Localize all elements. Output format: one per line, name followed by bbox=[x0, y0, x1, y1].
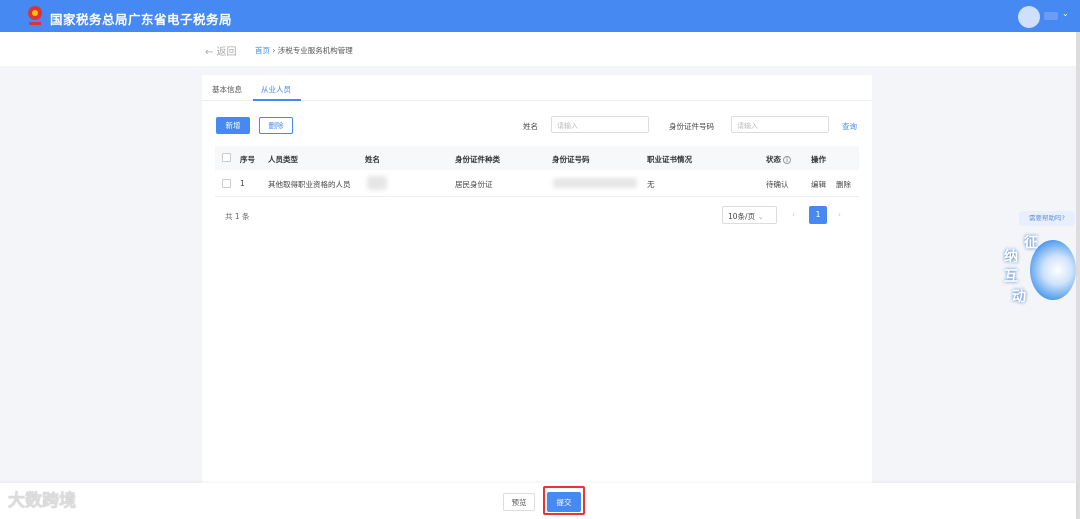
tab-bar: 基本信息 从业人员 bbox=[202, 75, 872, 101]
row-id-type: 居民身份证 bbox=[455, 180, 493, 189]
breadcrumb-home[interactable]: 首页 bbox=[255, 46, 270, 55]
col-name: 姓名 bbox=[365, 155, 380, 164]
breadcrumb-separator: › bbox=[272, 46, 276, 55]
help-bubble[interactable]: 需要帮助吗? bbox=[1019, 211, 1075, 226]
back-button[interactable]: ← 返回 bbox=[205, 43, 237, 58]
watermark-logo: 大数跨境 bbox=[8, 486, 76, 511]
add-button[interactable]: 新增 bbox=[216, 117, 250, 134]
tax-emblem-icon bbox=[28, 6, 42, 25]
assistant-char: 征 bbox=[1024, 235, 1038, 251]
id-number-label: 身份证件号码 bbox=[669, 122, 714, 131]
row-status: 待确认 bbox=[766, 180, 789, 189]
preview-button[interactable]: 预览 bbox=[503, 493, 535, 511]
row-cert: 无 bbox=[647, 180, 655, 189]
redacted-id-number bbox=[553, 178, 637, 188]
delete-button[interactable]: 删除 bbox=[259, 117, 293, 134]
tab-basic-info[interactable]: 基本信息 bbox=[212, 84, 242, 95]
prev-page-icon[interactable]: ‹ bbox=[792, 210, 795, 219]
active-tab-indicator bbox=[253, 99, 301, 101]
col-type: 人员类型 bbox=[268, 155, 298, 164]
total-count: 共 1 条 bbox=[225, 212, 250, 221]
row-checkbox[interactable] bbox=[222, 179, 231, 188]
col-actions: 操作 bbox=[811, 155, 826, 164]
tab-staff[interactable]: 从业人员 bbox=[261, 84, 291, 95]
scrollbar[interactable] bbox=[1076, 32, 1080, 519]
id-number-input[interactable]: 请输入 bbox=[731, 116, 829, 133]
chevron-down-icon[interactable]: ⌄ bbox=[1062, 9, 1069, 18]
breadcrumb: 首页 › 涉税专业服务机构管理 bbox=[255, 45, 353, 56]
content-card: 基本信息 从业人员 新增 删除 姓名 请输入 身份证件号码 请输入 查询 序号 … bbox=[202, 75, 872, 485]
name-input[interactable]: 请输入 bbox=[551, 116, 649, 133]
edit-link[interactable]: 编辑 bbox=[811, 179, 826, 190]
assistant-char: 互 bbox=[1004, 269, 1018, 285]
highlight-box bbox=[543, 486, 585, 515]
user-name[interactable] bbox=[1044, 12, 1058, 20]
site-title: 国家税务总局广东省电子税务局 bbox=[50, 12, 233, 27]
col-status-label: 状态 bbox=[766, 155, 781, 164]
row-type: 其他取得职业资格的人员 bbox=[268, 180, 351, 189]
table-row: 1 其他取得职业资格的人员 居民身份证 无 待确认 编辑 删除 bbox=[215, 170, 859, 197]
user-avatar-icon[interactable] bbox=[1018, 6, 1040, 28]
page-size-value: 10条/页 bbox=[728, 212, 756, 221]
redacted-name bbox=[367, 176, 387, 190]
col-status: 状态 i bbox=[766, 154, 791, 165]
chevron-down-icon: ⌄ bbox=[757, 212, 764, 221]
select-all-checkbox[interactable] bbox=[222, 153, 231, 162]
assistant-char: 动 bbox=[1012, 289, 1026, 305]
top-header: 国家税务总局广东省电子税务局 ⌄ bbox=[0, 0, 1080, 32]
breadcrumb-current: 涉税专业服务机构管理 bbox=[277, 46, 353, 55]
col-index: 序号 bbox=[240, 155, 255, 164]
table-header: 序号 人员类型 姓名 身份证件种类 身份证号码 职业证书情况 状态 i 操作 bbox=[215, 146, 859, 170]
name-label: 姓名 bbox=[523, 122, 538, 131]
breadcrumb-bar bbox=[0, 32, 1076, 66]
assistant-label[interactable]: 征 纳 互 动 bbox=[1004, 232, 1038, 306]
search-button[interactable]: 查询 bbox=[842, 121, 857, 132]
footer-bar bbox=[0, 483, 1076, 519]
next-page-icon[interactable]: › bbox=[838, 210, 841, 219]
page-1-button[interactable]: 1 bbox=[809, 206, 827, 224]
delete-link[interactable]: 删除 bbox=[836, 179, 851, 190]
col-cert: 职业证书情况 bbox=[647, 155, 692, 164]
col-id-type: 身份证件种类 bbox=[455, 155, 500, 164]
page-size-select[interactable]: 10条/页 ⌄ bbox=[722, 206, 777, 224]
watermark-text: 大数跨境 bbox=[8, 491, 76, 511]
col-id-number: 身份证号码 bbox=[552, 155, 590, 164]
info-icon[interactable]: i bbox=[783, 156, 791, 164]
row-index: 1 bbox=[240, 179, 245, 188]
